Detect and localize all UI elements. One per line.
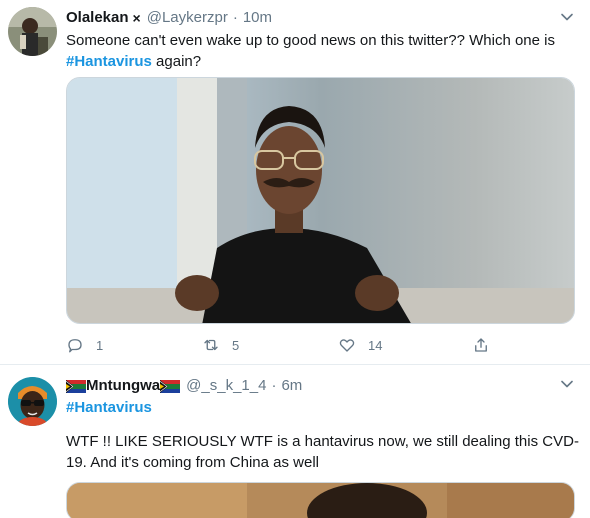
chevron-down-icon[interactable] [560,10,574,24]
tweet-header: Mntungwa @_s_k_1_4 · 6m [66,376,302,396]
display-name[interactable]: Olalekan [66,8,129,28]
retweet-count: 5 [232,337,240,353]
timestamp[interactable]: 6m [281,376,302,396]
separator: · [232,9,238,26]
person-avatar-icon [8,7,57,56]
hashtag-link[interactable]: #Hantavirus [66,53,152,70]
tweet[interactable]: Olalekan × @Laykerzpr · 10m Someone can'… [0,0,590,365]
tweet-text-before: Someone can't even wake up to good news … [66,32,555,49]
avatar[interactable] [8,377,57,426]
video-still-icon [67,78,574,323]
south-africa-flag-icon [160,379,181,393]
timestamp[interactable]: 10m [243,8,272,28]
tweet-header: Olalekan × @Laykerzpr · 10m [66,8,272,28]
share-button[interactable] [472,336,490,354]
south-africa-flag-icon [66,379,86,393]
person-avatar-icon [8,377,57,426]
tweet-media[interactable] [66,482,575,518]
share-icon [475,338,487,352]
name-suffix: × [132,10,141,26]
tweet[interactable]: Mntungwa @_s_k_1_4 · 6m #Hantavirus WTF … [0,365,590,518]
reply-count: 1 [96,337,104,353]
tweet-text: WTF !! LIKE SERIOUSLY WTF is a hantaviru… [66,433,579,471]
image-preview-icon [67,483,574,518]
chevron-down-icon[interactable] [560,377,574,391]
retweet-button[interactable]: 5 [202,336,239,354]
heart-icon [339,339,355,352]
avatar[interactable] [8,7,57,56]
reply-button[interactable]: 1 [66,336,103,354]
tweet-media[interactable] [66,77,575,324]
handle[interactable]: @Laykerzpr [147,8,228,28]
like-count: 14 [368,337,383,353]
tweet-text-after: again? [151,53,202,70]
tweet-text: Someone can't even wake up to good news … [66,30,576,72]
display-name[interactable]: Mntungwa [86,376,160,396]
hashtag-line: #Hantavirus [66,397,152,418]
reply-icon [68,339,82,353]
separator: · [271,377,277,394]
like-button[interactable]: 14 [338,336,382,354]
retweet-icon [204,339,218,351]
handle[interactable]: @_s_k_1_4 [186,376,266,396]
hashtag-link[interactable]: #Hantavirus [66,399,152,416]
